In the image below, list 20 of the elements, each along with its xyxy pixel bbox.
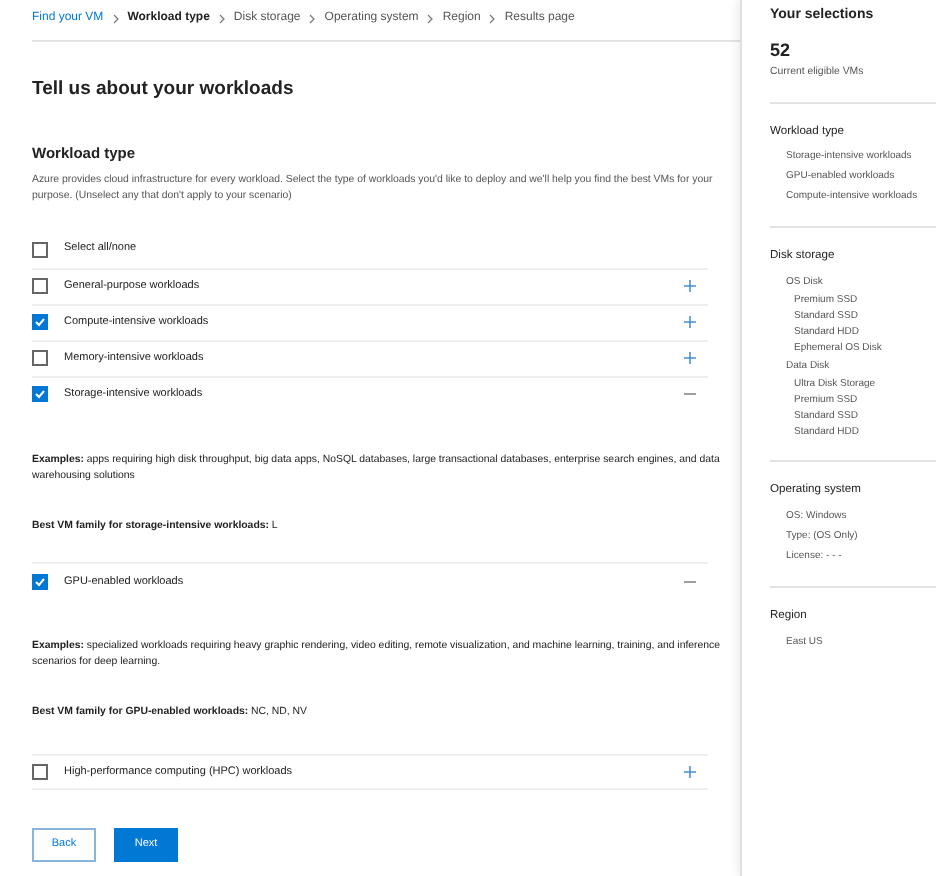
checkbox[interactable] <box>32 350 48 366</box>
checkbox[interactable] <box>32 764 48 781</box>
checkbox[interactable] <box>32 573 48 590</box>
expand-icon[interactable] <box>684 316 696 328</box>
expand-icon[interactable] <box>684 766 696 779</box>
checkbox[interactable] <box>32 386 48 402</box>
eligible-count: 52 <box>770 37 793 63</box>
checkbox[interactable] <box>32 241 48 257</box>
chevron-icon <box>426 13 435 23</box>
checkbox[interactable] <box>32 314 48 330</box>
chevron-icon <box>111 13 120 23</box>
expand-icon[interactable] <box>684 352 696 364</box>
expand-icon[interactable] <box>684 280 696 292</box>
collapse-icon[interactable] <box>684 388 696 400</box>
collapse-icon[interactable] <box>684 575 696 588</box>
chevron-icon <box>217 13 226 23</box>
checkbox[interactable] <box>32 278 48 294</box>
chevron-icon <box>488 13 497 23</box>
chevron-icon <box>308 13 317 23</box>
page-title: Tell us about your workloads <box>32 76 296 104</box>
